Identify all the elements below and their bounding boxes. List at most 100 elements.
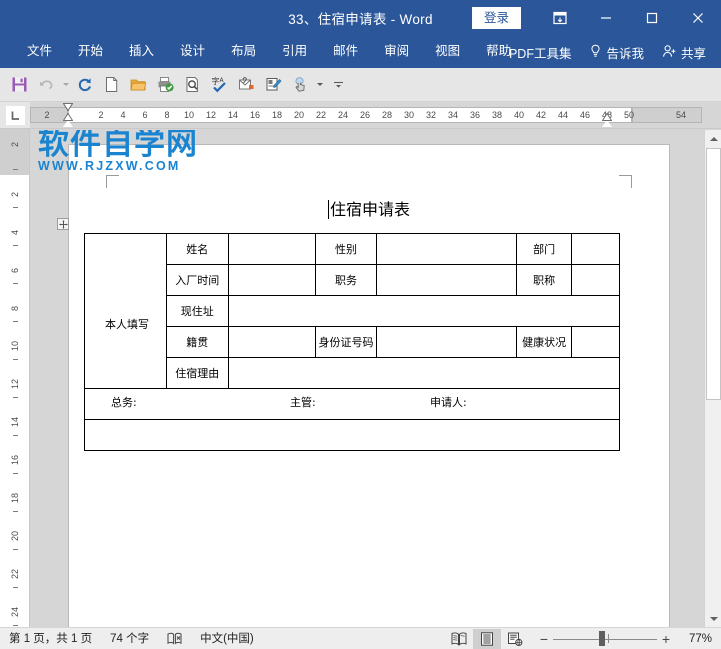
- first-line-indent-marker[interactable]: [63, 103, 73, 111]
- hruler-num: 28: [381, 110, 393, 120]
- zoom-out-button[interactable]: −: [535, 629, 553, 649]
- right-indent-marker[interactable]: [602, 113, 612, 127]
- tab-layout[interactable]: 布局: [218, 35, 269, 67]
- page-number-status[interactable]: 第 1 页，共 1 页: [0, 628, 101, 649]
- tab-stop-selector[interactable]: [0, 102, 30, 129]
- vruler-num: 12: [10, 379, 20, 390]
- cell-signature[interactable]: 总务: 主管: 申请人:: [84, 388, 620, 420]
- open-button[interactable]: [125, 72, 152, 98]
- share-button[interactable]: 共享: [653, 36, 715, 68]
- proofing-errors-icon[interactable]: [158, 628, 191, 649]
- vruler-num: 10: [10, 341, 20, 352]
- cell-value-gender[interactable]: [376, 233, 518, 265]
- customize-quick-access-toolbar-button[interactable]: [325, 72, 352, 98]
- word-count-status[interactable]: 74 个字: [101, 628, 158, 649]
- cell-value-id-number[interactable]: [376, 326, 518, 358]
- cell-value-hometown[interactable]: [227, 326, 316, 358]
- document-page[interactable]: 住宿申请表 姓名 性别 部门 入厂时间 职务 职称 现住址 籍贯 身份证号码 健…: [57, 144, 670, 627]
- new-document-button[interactable]: [98, 72, 125, 98]
- vertical-ruler[interactable]: 2 2 4 6 8 10 12 14 16 18 20 22 24 26: [0, 102, 30, 627]
- zoom-slider-knob[interactable]: [598, 631, 605, 646]
- save-button[interactable]: [6, 72, 33, 98]
- cell-label-gender[interactable]: 性别: [314, 233, 378, 265]
- print-preview-button[interactable]: [179, 72, 206, 98]
- minimize-icon[interactable]: [583, 0, 629, 36]
- hruler-num: 18: [271, 110, 283, 120]
- tab-view[interactable]: 视图: [422, 35, 473, 67]
- touch-mouse-mode-button[interactable]: [287, 72, 314, 98]
- signature-row[interactable]: 总务: 主管: 申请人:: [84, 388, 620, 420]
- tab-insert[interactable]: 插入: [116, 35, 167, 67]
- tab-file[interactable]: 文件: [14, 35, 65, 67]
- cell-label-entry-date[interactable]: 入厂时间: [165, 264, 229, 296]
- cell-blank-large[interactable]: [84, 419, 620, 451]
- cell-label-hometown[interactable]: 籍贯: [165, 326, 229, 358]
- scroll-down-arrow-icon[interactable]: [705, 610, 721, 627]
- edit-button[interactable]: [260, 72, 287, 98]
- scroll-up-arrow-icon[interactable]: [705, 130, 721, 147]
- text-cursor: [327, 200, 329, 219]
- table-row[interactable]: [84, 419, 620, 451]
- cell-label-address[interactable]: 现住址: [165, 295, 229, 327]
- cell-label-health[interactable]: 健康状况: [516, 326, 573, 358]
- ribbon-right-group: PDF工具集 告诉我 共享: [500, 36, 715, 68]
- tab-references[interactable]: 引用: [269, 35, 320, 67]
- table-move-handle-icon[interactable]: [57, 218, 69, 230]
- email-button[interactable]: [233, 72, 260, 98]
- tab-design[interactable]: 设计: [167, 35, 218, 67]
- zoom-level-label[interactable]: 77%: [675, 633, 717, 645]
- sign-in-button[interactable]: 登录: [471, 6, 521, 30]
- scrollbar-thumb[interactable]: [706, 148, 721, 400]
- quick-print-button[interactable]: [152, 72, 179, 98]
- tab-pdf-toolkit[interactable]: PDF工具集: [500, 36, 581, 68]
- maximize-icon[interactable]: [629, 0, 675, 36]
- close-icon[interactable]: [675, 0, 721, 36]
- table-row[interactable]: 姓名 性别 部门: [84, 233, 620, 389]
- cell-label-title[interactable]: 职称: [516, 264, 573, 296]
- tab-review[interactable]: 审阅: [371, 35, 422, 67]
- spelling-grammar-button[interactable]: 字A: [206, 72, 233, 98]
- cell-value-entry-date[interactable]: [227, 264, 316, 296]
- print-layout-button[interactable]: [473, 629, 501, 649]
- tab-home[interactable]: 开始: [65, 35, 116, 67]
- undo-button[interactable]: [33, 72, 60, 98]
- cell-value-health[interactable]: [571, 326, 620, 358]
- cell-vertical-label[interactable]: [84, 233, 167, 389]
- zoom-slider[interactable]: [553, 629, 657, 649]
- cell-label-name[interactable]: 姓名: [165, 233, 229, 265]
- language-status[interactable]: 中文(中国): [191, 628, 263, 649]
- cell-label-position[interactable]: 职务: [314, 264, 378, 296]
- redo-button[interactable]: [71, 72, 98, 98]
- cell-label-department[interactable]: 部门: [516, 233, 573, 265]
- hanging-indent-marker[interactable]: [63, 113, 73, 127]
- read-mode-button[interactable]: [445, 629, 473, 649]
- cell-label-reason[interactable]: 住宿理由: [165, 357, 229, 389]
- vruler-num: 4: [10, 229, 20, 235]
- cell-value-title[interactable]: [571, 264, 620, 296]
- svg-text:字: 字: [212, 76, 220, 86]
- housing-application-table[interactable]: 姓名 性别 部门 入厂时间 职务 职称 现住址 籍贯 身份证号码 健康状况 住宿…: [84, 233, 621, 451]
- touch-mode-dropdown-caret[interactable]: [314, 72, 325, 98]
- document-title: 33、住宿申请表 - Word: [288, 12, 433, 27]
- ribbon-display-options-icon[interactable]: [537, 0, 583, 36]
- hruler-num: 42: [535, 110, 547, 120]
- cell-value-reason[interactable]: [227, 357, 621, 389]
- web-layout-button[interactable]: [501, 629, 529, 649]
- page-canvas[interactable]: 住宿申请表 姓名 性别 部门 入厂时间 职务 职称 现住址 籍贯 身份证号码 健…: [30, 130, 704, 627]
- tab-mailings[interactable]: 邮件: [320, 35, 371, 67]
- hruler-num: 6: [142, 110, 148, 120]
- cell-value-position[interactable]: [376, 264, 518, 296]
- cell-label-id-number[interactable]: 身份证号码: [314, 326, 378, 358]
- vertical-scrollbar[interactable]: [704, 130, 721, 627]
- zoom-in-button[interactable]: +: [657, 629, 675, 649]
- document-workspace: 2 2 4 6 8 10 12 14 16 18 20 22 24 26: [0, 102, 721, 627]
- cell-value-address[interactable]: [227, 295, 621, 327]
- vruler-num: 22: [10, 569, 20, 580]
- cell-value-department[interactable]: [571, 233, 620, 265]
- undo-dropdown-caret[interactable]: [60, 72, 71, 98]
- horizontal-ruler[interactable]: 2 2 4 6 8 10 12 14 16 18 20 22 24 26 28 …: [30, 102, 721, 129]
- tell-me-button[interactable]: 告诉我: [580, 36, 653, 68]
- hruler-num: 34: [447, 110, 459, 120]
- cell-value-name[interactable]: [227, 233, 316, 265]
- vruler-num: 8: [10, 305, 20, 311]
